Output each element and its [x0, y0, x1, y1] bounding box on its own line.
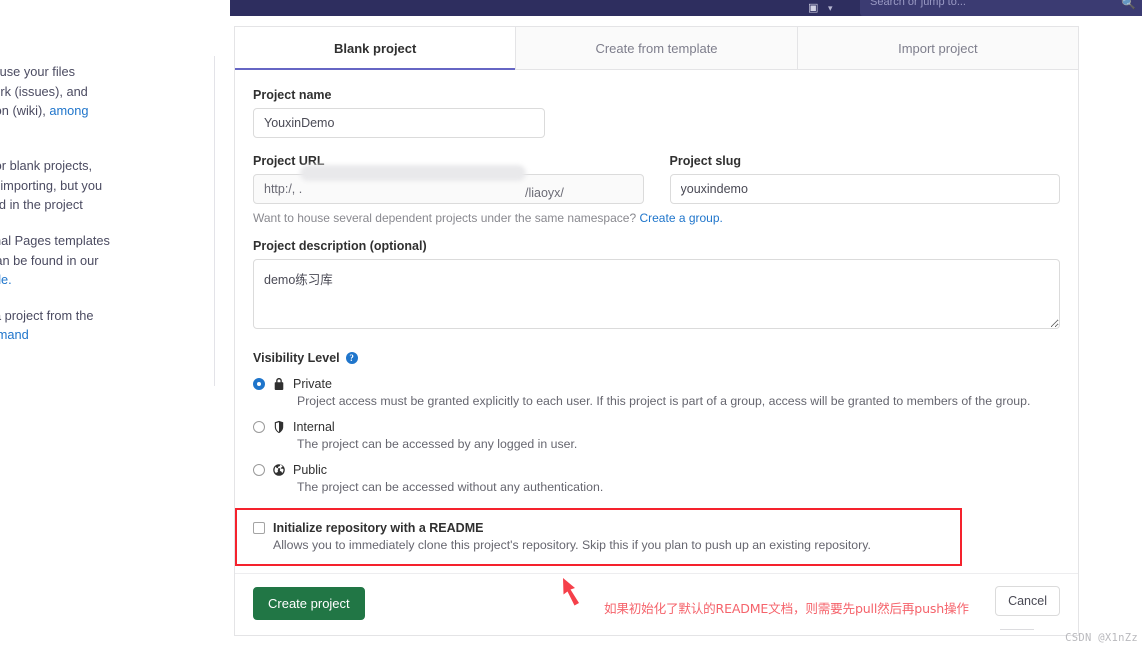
- new-project-panel: Blank project Create from template Impor…: [234, 26, 1079, 636]
- search-input[interactable]: Search or jump to...: [860, 0, 1142, 16]
- help-p1-line2: y), plan your work (issues), and: [0, 83, 88, 99]
- search-placeholder: Search or jump to...: [870, 0, 966, 8]
- project-name-input[interactable]: [253, 108, 545, 138]
- help-p2-line2: plates, or when importing, but you: [0, 177, 103, 193]
- help-p4-line1: an also create a project from the: [0, 307, 94, 323]
- radio-public[interactable]: [253, 464, 265, 476]
- initialize-readme-description: Allows you to immediately clone this pro…: [273, 538, 871, 552]
- radio-internal[interactable]: [253, 421, 265, 433]
- shield-icon: [274, 420, 284, 434]
- visibility-private-description: Project access must be granted explicitl…: [297, 394, 1031, 408]
- chevron-down-icon[interactable]: ▾: [828, 0, 833, 16]
- project-url-group: Project URL /liaoyx/: [253, 154, 644, 204]
- help-p2-line1: s are enabled for blank projects,: [0, 158, 93, 174]
- tab-blank-project-label: Blank project: [333, 40, 417, 56]
- create-project-button[interactable]: Create project: [253, 587, 365, 620]
- visibility-public-description: The project can be accessed without any …: [297, 480, 604, 494]
- project-url-suffix: /liaoyx/: [525, 186, 564, 200]
- project-slug-input[interactable]: [669, 174, 1060, 204]
- visibility-option-internal[interactable]: Internal The project can be accessed by …: [253, 419, 1060, 451]
- url-slug-row: Project URL /liaoyx/ Project slug: [253, 154, 1060, 204]
- tab-create-from-template-label: Create from template: [595, 40, 718, 56]
- help-column: roject is where you house your files y),…: [0, 16, 215, 386]
- top-navbar: ▣ ▾ Search or jump to... 🔍: [230, 0, 1142, 16]
- namespace-hint: Want to house several dependent projects…: [253, 211, 1060, 225]
- project-slug-label: Project slug: [669, 154, 742, 168]
- annotation-note: 如果初始化了默认的README文档，则需要先pull然后再push操作: [604, 601, 969, 616]
- link-show-command[interactable]: Show command: [0, 327, 29, 342]
- search-icon[interactable]: 🔍: [1121, 0, 1136, 10]
- radio-private[interactable]: [253, 378, 265, 390]
- project-name-label: Project name: [253, 88, 332, 102]
- visibility-public-title: Public: [293, 463, 328, 477]
- visibility-option-private[interactable]: Private Project access must be granted e…: [253, 376, 1060, 408]
- help-p2-line3: e them afterward in the project: [0, 197, 83, 213]
- initialize-readme-group: Initialize repository with a README Allo…: [235, 508, 1078, 566]
- help-paragraph-2: s are enabled for blank projects, plates…: [0, 156, 205, 215]
- visibility-internal-description: The project can be accessed by any logge…: [297, 437, 578, 451]
- tab-bar: Blank project Create from template Impor…: [235, 27, 1078, 70]
- link-getting-started-guide[interactable]: ting started guide.: [0, 272, 12, 287]
- link-among[interactable]: among: [49, 103, 88, 118]
- visibility-option-public[interactable]: Public The project can be accessed witho…: [253, 462, 1060, 494]
- tab-blank-project[interactable]: Blank project: [235, 27, 517, 70]
- visibility-level-label: Visibility Level: [253, 351, 340, 365]
- visibility-level-heading: Visibility Level ?: [253, 351, 1060, 365]
- help-paragraph-4: an also create a project from the line. …: [0, 306, 205, 345]
- project-slug-group: Project slug: [669, 154, 1060, 204]
- page-title: roject: [0, 26, 205, 50]
- question-mark-icon[interactable]: ?: [345, 352, 358, 364]
- cancel-button[interactable]: Cancel: [995, 586, 1060, 616]
- help-paragraph-3: n about additional Pages templates o ins…: [0, 231, 205, 290]
- watermark-rule: [1000, 629, 1034, 630]
- namespace-hint-text: Want to house several dependent projects…: [253, 211, 640, 225]
- readme-highlight-box: [235, 508, 962, 566]
- project-name-group: Project name: [253, 88, 1060, 138]
- visibility-private-title: Private: [293, 377, 332, 391]
- help-paragraph-1: is where you house your files y), plan y…: [0, 62, 205, 140]
- checkbox-initialize-readme[interactable]: [253, 522, 265, 534]
- screenshot-root: ▣ ▾ Search or jump to... 🔍 roject is whe…: [0, 0, 1142, 648]
- project-description-textarea[interactable]: demo练习库: [253, 259, 1060, 329]
- project-description-group: Project description (optional) demo练习库: [253, 239, 1060, 334]
- visibility-internal-title: Internal: [293, 420, 335, 434]
- lock-icon: [274, 378, 284, 390]
- project-description-label: Project description (optional): [253, 239, 427, 253]
- watermark: CSDN @X1nZz: [1065, 632, 1138, 644]
- tab-import-project[interactable]: Import project: [797, 27, 1078, 69]
- help-p3-line2: o install them can be found in our: [0, 252, 99, 268]
- help-p1-line1: is where you house your files: [0, 64, 76, 79]
- clipboard-icon[interactable]: ▣: [808, 0, 818, 16]
- globe-icon: [273, 464, 285, 476]
- project-form: Project name Project URL /liaoyx/ Projec…: [235, 70, 1078, 635]
- url-redaction-mask: [300, 165, 526, 181]
- help-p1-line3: ur documentation (wiki),: [0, 103, 46, 119]
- column-divider: [214, 56, 215, 386]
- tab-create-from-template[interactable]: Create from template: [516, 27, 798, 69]
- tab-import-project-label: Import project: [898, 40, 978, 56]
- link-create-a-group[interactable]: Create a group.: [639, 211, 722, 225]
- initialize-readme-label: Initialize repository with a README: [273, 521, 484, 535]
- help-p3-line1: n about additional Pages templates: [0, 233, 110, 249]
